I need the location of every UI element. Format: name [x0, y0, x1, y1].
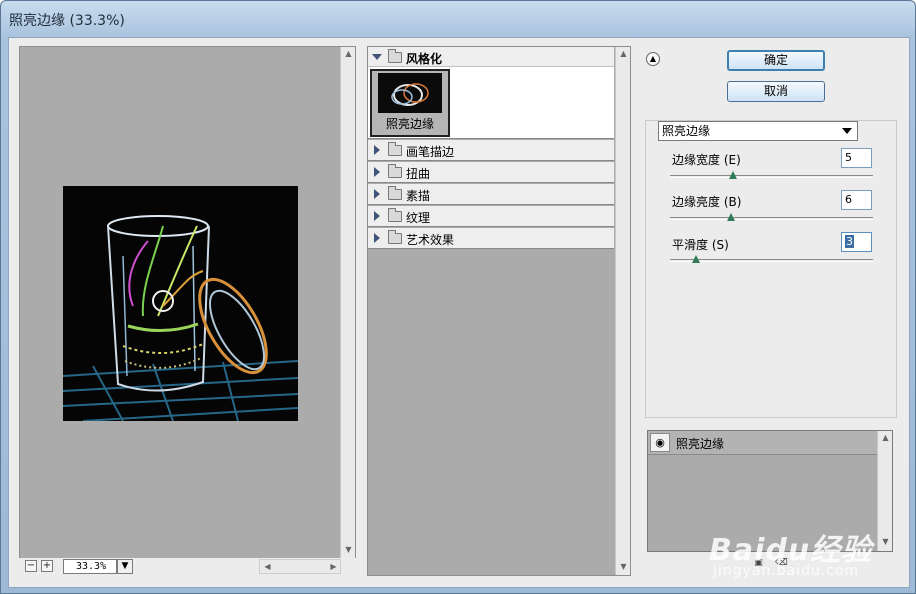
- zoom-in-button[interactable]: +: [41, 560, 53, 572]
- layers-vertical-scrollbar[interactable]: ▲ ▼: [877, 431, 892, 551]
- edge-brightness-slider-thumb[interactable]: [726, 213, 735, 221]
- filter-gallery-list[interactable]: 风格化 照亮边缘 画笔描边 扭曲 素描 纹理 艺术效果 ▲ ▼: [367, 46, 631, 576]
- category-label: 艺术效果: [406, 233, 455, 247]
- smoothness-slider-thumb[interactable]: [692, 255, 701, 263]
- scroll-up-arrow-icon[interactable]: ▲: [341, 47, 356, 61]
- title-bar[interactable]: 照亮边缘 (33.3%): [1, 1, 916, 37]
- folder-icon: [388, 186, 402, 200]
- category-label: 扭曲: [406, 167, 431, 181]
- filter-select-dropdown[interactable]: 照亮边缘: [658, 121, 858, 141]
- effect-layer-label: 照亮边缘: [676, 437, 725, 451]
- zoom-out-button[interactable]: −: [25, 560, 37, 572]
- category-label: 纹理: [406, 211, 431, 225]
- category-stylize-contents: 照亮边缘: [368, 67, 614, 139]
- scroll-up-arrow-icon[interactable]: ▲: [616, 47, 631, 61]
- folder-icon: [388, 164, 402, 178]
- gallery-vertical-scrollbar[interactable]: ▲ ▼: [615, 47, 630, 575]
- scroll-left-arrow-icon[interactable]: ◀: [260, 560, 275, 573]
- folder-icon: [388, 230, 402, 244]
- category-stylize[interactable]: 风格化: [368, 47, 614, 67]
- category-texture[interactable]: 纹理: [368, 206, 614, 227]
- scroll-down-arrow-icon[interactable]: ▼: [341, 543, 356, 557]
- eye-icon[interactable]: ◉: [650, 433, 670, 452]
- smoothness-value: 3: [845, 235, 854, 248]
- double-chevron-up-icon[interactable]: ▲: [646, 52, 660, 66]
- preview-horizontal-scrollbar[interactable]: ◀ ▶: [259, 559, 341, 574]
- edge-width-slider-thumb[interactable]: [728, 171, 737, 179]
- edge-width-slider[interactable]: [670, 175, 873, 178]
- zoom-dropdown-button[interactable]: ▼: [117, 559, 133, 574]
- smoothness-slider[interactable]: [670, 259, 873, 262]
- preview-vertical-scrollbar[interactable]: ▲ ▼: [340, 47, 355, 558]
- category-distort[interactable]: 扭曲: [368, 162, 614, 183]
- edge-width-label: 边缘宽度 (E): [672, 153, 741, 167]
- folder-icon: [388, 49, 402, 63]
- zoom-level-field[interactable]: 33.3%: [63, 559, 117, 574]
- thumbnail-image: [378, 73, 442, 113]
- collapsed-arrow-icon[interactable]: [374, 189, 380, 199]
- glowing-edges-preview-art: [63, 186, 298, 421]
- selected-filter: 照亮边缘: [662, 124, 711, 138]
- collapsed-arrow-icon[interactable]: [374, 233, 380, 243]
- collapsed-arrow-icon[interactable]: [374, 211, 380, 221]
- ok-button[interactable]: 确定: [727, 50, 825, 71]
- scroll-up-arrow-icon[interactable]: ▲: [878, 431, 893, 445]
- scroll-down-arrow-icon[interactable]: ▼: [878, 535, 893, 549]
- delete-layer-icon[interactable]: ⌫: [775, 558, 788, 569]
- filter-thumbnail-glowing-edges[interactable]: 照亮边缘: [370, 69, 450, 137]
- category-label: 画笔描边: [406, 145, 455, 159]
- folder-icon: [388, 142, 402, 156]
- chevron-down-icon: [842, 128, 852, 134]
- edge-brightness-input[interactable]: 6: [841, 190, 872, 210]
- new-effect-layer-icon[interactable]: ▣: [753, 558, 764, 569]
- thumbnail-label: 照亮边缘: [385, 117, 434, 131]
- scroll-right-arrow-icon[interactable]: ▶: [326, 560, 341, 573]
- window-title: 照亮边缘 (33.3%): [9, 13, 125, 29]
- category-artistic[interactable]: 艺术效果: [368, 228, 614, 249]
- collapsed-arrow-icon[interactable]: [374, 167, 380, 177]
- collapsed-arrow-icon[interactable]: [374, 145, 380, 155]
- category-label: 风格化: [406, 52, 443, 66]
- smoothness-input[interactable]: 3: [841, 232, 872, 252]
- filter-settings-panel: 照亮边缘 边缘宽度 (E) 5 边缘亮度 (B) 6 平滑度 (S) 3: [645, 120, 897, 418]
- edge-brightness-label: 边缘亮度 (B): [672, 195, 742, 209]
- scroll-down-arrow-icon[interactable]: ▼: [616, 560, 631, 574]
- folder-icon: [388, 208, 402, 222]
- category-label: 素描: [406, 189, 431, 203]
- preview-pane[interactable]: ▲ ▼: [19, 46, 356, 559]
- effect-layers-panel[interactable]: ◉ 照亮边缘 ▲ ▼: [647, 430, 893, 552]
- dialog-client-area: ▲ ▼ − + 33.3% ▼ ◀ ▶ 风格化 照亮边缘 画笔描边 扭曲 素描 …: [8, 37, 910, 588]
- edge-width-input[interactable]: 5: [841, 148, 872, 168]
- category-sketch[interactable]: 素描: [368, 184, 614, 205]
- preview-image: [63, 186, 298, 421]
- expanded-arrow-icon[interactable]: [372, 54, 382, 60]
- cancel-button[interactable]: 取消: [727, 81, 825, 102]
- effect-layer-row[interactable]: ◉ 照亮边缘: [648, 431, 877, 455]
- smoothness-label: 平滑度 (S): [672, 238, 729, 252]
- category-brush-strokes[interactable]: 画笔描边: [368, 140, 614, 161]
- edge-brightness-slider[interactable]: [670, 217, 873, 220]
- filter-gallery-window: 照亮边缘 (33.3%) ▲ ▼ − + 33.3% ▼ ◀ ▶ 风格化 照亮边…: [0, 0, 916, 594]
- zoom-bar: − + 33.3% ▼ ◀ ▶: [19, 558, 356, 575]
